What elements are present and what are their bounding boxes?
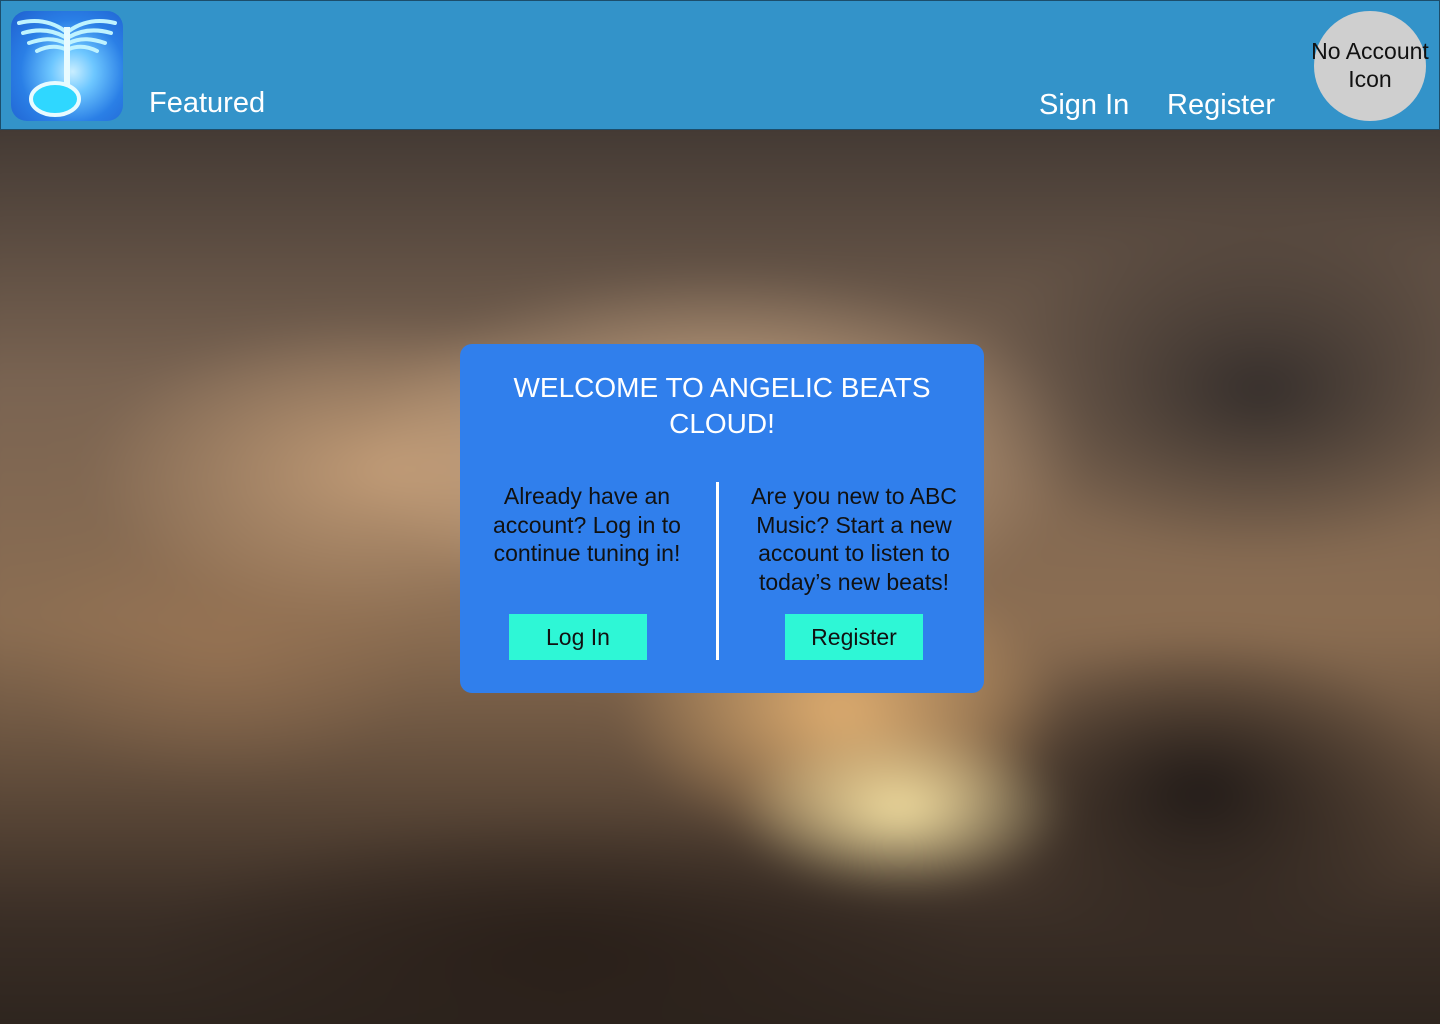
register-button[interactable]: Register [785, 614, 923, 660]
nav-featured-link[interactable]: Featured [149, 85, 265, 121]
register-prompt-text: Are you new to ABC Music? Start a new ac… [751, 483, 957, 595]
top-nav-bar: Featured Sign In Register No Account Ico… [0, 0, 1440, 130]
nav-sign-in-link[interactable]: Sign In [1039, 87, 1129, 123]
dialog-title: WELCOME TO ANGELIC BEATS CLOUD! [513, 372, 931, 439]
nav-register-link[interactable]: Register [1167, 87, 1275, 123]
login-prompt-text: Already have an account? Log in to conti… [493, 483, 681, 566]
account-avatar-label: No Account Icon [1311, 38, 1429, 92]
log-in-button[interactable]: Log In [509, 614, 647, 660]
app-logo-icon[interactable] [11, 11, 123, 121]
dialog-divider [716, 482, 719, 660]
welcome-dialog: WELCOME TO ANGELIC BEATS CLOUD! Already … [460, 344, 984, 693]
